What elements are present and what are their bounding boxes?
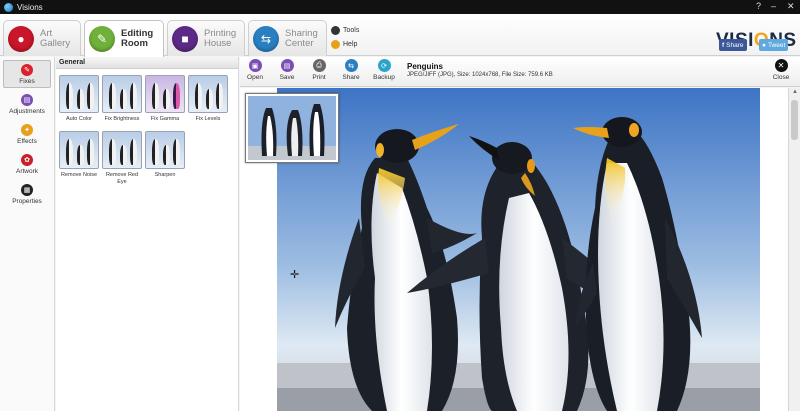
sidebar-item-properties[interactable]: ▦ Properties [3,180,51,208]
save-icon: ▤ [280,59,294,72]
scroll-up-icon[interactable]: ▲ [791,89,799,95]
print-icon: ⎙ [312,59,326,72]
penguin-thumbnail [145,75,185,113]
facebook-share-button[interactable]: f Share [719,39,747,51]
title-bar: Visions ? – ✕ [0,0,800,14]
tab-label: Editing Room [121,28,154,49]
penguin-thumbnail [102,131,142,169]
properties-icon: ▦ [21,183,33,196]
help-link[interactable]: Help [331,37,359,51]
tools-link[interactable]: Tools [331,23,359,37]
effect-remove-red-eye[interactable]: Remove Red Eye [102,131,142,185]
effect-fix-gamma[interactable]: Fix Gamma [145,75,185,123]
tab-printing-house[interactable]: ■ Printing House [167,20,245,56]
sharing-center-icon: ⇆ [253,25,279,52]
sidebar-item-artwork[interactable]: ✿ Artwork [3,150,51,178]
print-button[interactable]: ⎙ Print [304,59,334,81]
tab-sharing-center[interactable]: ⇆ Sharing Center [248,20,327,56]
vertical-scrollbar[interactable]: ▲ [788,88,800,411]
facebook-icon: f [722,41,725,49]
top-links: Tools Help [331,23,359,51]
open-icon: ▣ [248,59,262,72]
minimize-button[interactable]: – [771,1,776,11]
editing-room-icon: ✎ [89,26,115,52]
sidebar-item-effects[interactable]: ✦ Effects [3,120,51,148]
backup-icon: ⟳ [377,59,391,72]
app-window: Visions ? – ✕ ● Art Gallery ✎ Editing Room… [0,0,800,411]
tab-label: Art Gallery [40,27,71,49]
share-icon: ⇆ [344,59,358,72]
close-image-button[interactable]: ✕ Close [770,59,792,81]
app-icon [4,2,13,12]
tab-label: Sharing Center [285,27,318,49]
twitter-icon: ● [762,41,766,49]
fixes-icon: ✎ [21,63,33,76]
save-button[interactable]: ▤ Save [272,59,302,81]
effect-auto-color[interactable]: Auto Color [59,75,99,123]
sidebar-item-adjustments[interactable]: ▤ Adjustments [3,90,51,118]
editor-toolbar: ▣ Open ▤ Save ⎙ Print ⇆ Share ⟳ Backup P… [240,57,800,87]
effect-fix-brightness[interactable]: Fix Brightness [102,75,142,123]
penguin-thumbnail [188,75,228,113]
help-icon [331,39,340,49]
file-info: Penguins JPEG/JIFF (JPG), Size: 1024x768… [407,62,553,78]
tools-icon [331,25,340,35]
window-title: Visions [17,2,43,12]
open-button[interactable]: ▣ Open [240,59,270,81]
penguin-thumbnail [102,75,142,113]
printing-house-icon: ■ [172,25,198,52]
effects-icon: ✦ [21,123,33,136]
art-gallery-icon: ● [8,25,34,52]
category-sidebar: ✎ Fixes ▤ Adjustments ✦ Effects ✿ Artwor… [0,57,55,411]
effect-sharpen[interactable]: Sharpen [145,131,185,179]
effect-remove-noise[interactable]: Remove Noise [59,131,99,179]
file-meta: JPEG/JIFF (JPG), Size: 1024x768, File Si… [407,72,553,78]
panel-group-header: General [56,57,238,69]
tab-label: Printing House [204,27,237,49]
file-name: Penguins [407,62,444,71]
image-navigator-thumbnail[interactable] [245,93,339,163]
effects-panel: General Auto Color Fix Brightness Fix Ga… [56,57,239,411]
penguin-thumbnail [59,75,99,113]
penguins-photo [277,88,760,411]
header: ● Art Gallery ✎ Editing Room ■ Printing Hou… [0,14,800,57]
tab-art-gallery[interactable]: ● Art Gallery [3,20,81,56]
artwork-icon: ✿ [21,153,33,166]
tab-editing-room[interactable]: ✎ Editing Room [84,20,164,57]
share-button[interactable]: ⇆ Share [336,59,366,81]
penguin-thumbnail [59,131,99,169]
adjustments-icon: ▤ [21,93,33,106]
backup-button[interactable]: ⟳ Backup [369,59,399,81]
penguin-thumbnail [145,131,185,169]
sidebar-item-fixes[interactable]: ✎ Fixes [3,60,51,88]
crosshair-cursor-icon: ✛ [290,269,300,281]
tweet-button[interactable]: ● Tweet [759,39,789,51]
close-window-button[interactable]: ✕ [787,1,795,12]
help-window-button[interactable]: ? [756,1,761,11]
scrollbar-thumb[interactable] [791,100,798,140]
close-icon: ✕ [774,59,788,72]
effect-fix-levels[interactable]: Fix Levels [188,75,228,123]
